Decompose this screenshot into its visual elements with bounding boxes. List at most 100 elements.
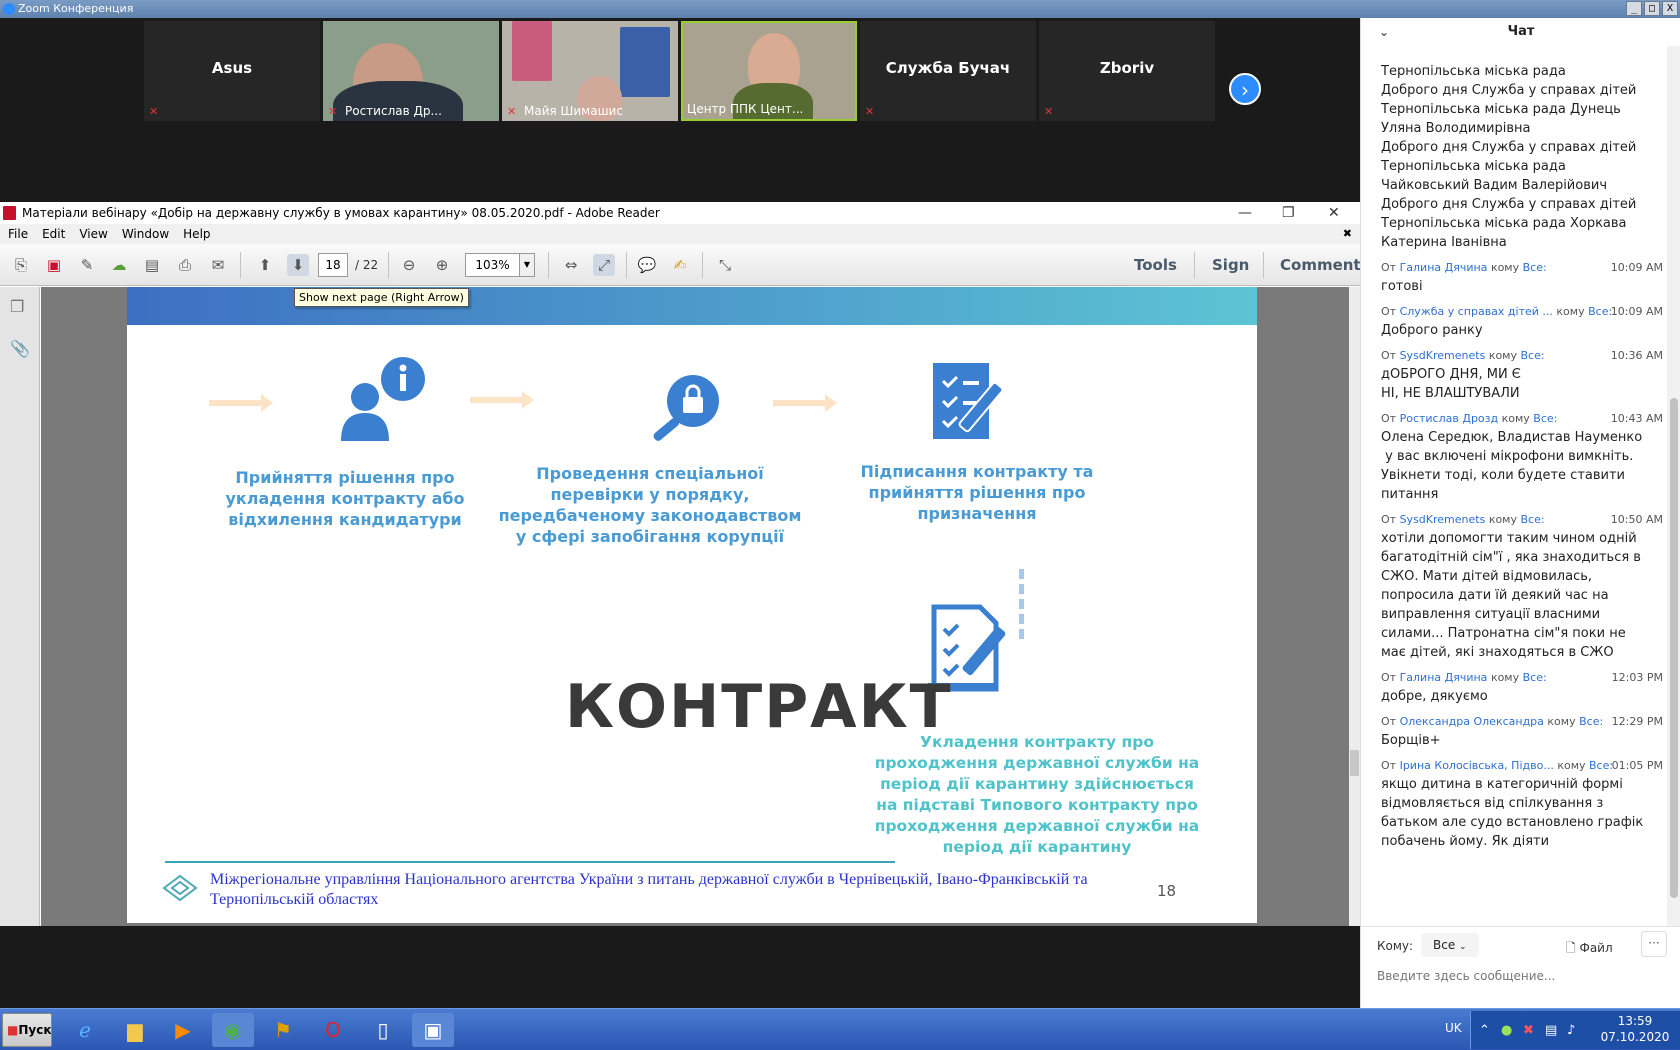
message-sender[interactable]: Галина Дячина [1400,671,1488,684]
fit-page-icon[interactable]: ⤢ [593,254,615,276]
zoom-in-icon[interactable]: ⊕ [431,254,453,276]
print-icon[interactable]: ⎙ [174,254,196,276]
highlight-text-icon[interactable]: ✍ [669,254,691,276]
next-participants-arrow-icon[interactable]: › [1229,73,1261,105]
chat-intro-line: Уляна Володимирівна [1381,121,1531,136]
start-button[interactable]: ■Пуск [2,1013,52,1047]
clock[interactable]: 13:59 07.10.2020 [1595,1013,1675,1045]
fit-width-icon[interactable]: ⇔ [560,254,582,276]
page-number-input[interactable]: 18 [318,253,348,277]
message-sender[interactable]: Галина Дячина [1400,261,1488,274]
page-thumbnails-icon[interactable]: ❐ [10,297,24,316]
attachments-paperclip-icon[interactable]: 📎 [10,339,30,358]
message-recipient[interactable]: Все: [1533,412,1557,425]
message-sender[interactable]: SysdKremenets [1400,349,1486,362]
message-sender[interactable]: Олександра Олександра [1400,715,1544,728]
chrome-icon[interactable]: ◉ [212,1013,254,1047]
step-decision-text: Прийняття рішення про укладення контракт… [225,468,465,529]
menu-file[interactable]: File [8,224,28,244]
reader-minimize-button[interactable]: — [1238,202,1252,224]
reader-restore-button[interactable]: ❐ [1282,202,1295,224]
message-recipient[interactable]: Все: [1523,671,1547,684]
sign-button[interactable]: Sign [1212,256,1249,274]
message-text: Олена Середюк, Владистав Науменко [1381,430,1643,445]
chat-scrollbar[interactable] [1667,46,1680,926]
network-icon[interactable]: ▤ [1545,1023,1557,1038]
participant-tile[interactable]: ✕ Ростислав Др... [323,21,499,121]
tray-expand-icon[interactable]: ⌃ [1479,1023,1490,1038]
message-recipient[interactable]: Все: [1588,305,1612,318]
message-text: якщо дитина в категоричній формі [1381,777,1623,792]
from-label: От [1381,715,1397,728]
reader-close-button[interactable]: ✕ [1328,202,1340,224]
adobe-reader-window: Матеріали вебінару «Добір на державну сл… [0,202,1361,926]
zoom-level-input[interactable]: 103% [465,253,520,277]
document-icon[interactable]: ▯ [362,1013,404,1047]
step-contract-text: Укладення контракту про проходження держ… [874,733,1200,856]
comment-button[interactable]: Comment [1280,256,1361,274]
language-indicator[interactable]: UK [1445,1021,1462,1035]
from-label: От [1381,305,1397,318]
menu-view[interactable]: View [79,224,107,244]
previous-page-icon[interactable]: ⬆ [254,254,276,276]
video-strip: Asus ✕ ✕ Ростислав Др... ✕ Майя Шимашис … [0,18,1360,202]
participant-tile[interactable]: ✕ Майя Шимашис [502,21,678,121]
email-icon[interactable]: ✉ [207,254,229,276]
message-recipient[interactable]: Все: [1521,513,1545,526]
chat-message-input[interactable]: Введите здесь сообщение... [1377,969,1667,983]
edit-icon[interactable]: ✎ [76,254,98,276]
zoom-dropdown-chevron-icon[interactable]: ▼ [519,253,535,277]
zoom-empty-area [0,926,1360,1008]
app-icon[interactable]: ⚑ [262,1013,304,1047]
message-text: відмовляється від спілкування з [1381,796,1604,811]
message-sender[interactable]: Ірина Колосівська, Підво... [1400,759,1554,772]
more-options-icon[interactable]: ··· [1641,931,1667,957]
chevron-down-icon[interactable]: ⌄ [1379,18,1389,46]
footer-organization-text: Міжрегіональне управління Національного … [210,871,1088,908]
menu-window[interactable]: Window [122,224,169,244]
document-scrollbar[interactable] [1349,287,1360,926]
comment-note-icon[interactable]: 💬 [636,254,658,276]
opera-icon[interactable]: O [312,1013,354,1047]
message-sender[interactable]: Служба у справах дітей ... [1400,305,1553,318]
participant-tile[interactable]: Служба Бучач ✕ [860,21,1036,121]
tools-button[interactable]: Tools [1134,256,1177,274]
volume-icon[interactable]: ♪ [1567,1023,1575,1038]
from-label: От [1381,349,1397,362]
message-time: 10:50 AM [1610,513,1663,526]
person-info-icon [341,357,425,441]
internet-explorer-icon[interactable]: ℯ [64,1013,106,1047]
chat-message-header: От SysdKremenets кому Все: 10:36 AM [1381,347,1663,365]
zoom-taskbar-icon[interactable]: ▣ [412,1013,454,1047]
file-explorer-icon[interactable]: ▆ [114,1013,156,1047]
media-player-icon[interactable]: ▶ [162,1013,204,1047]
close-document-icon[interactable]: ✖ [1343,224,1352,244]
save-icon[interactable]: ▤ [141,254,163,276]
participant-tile[interactable]: Zboriv ✕ [1039,21,1215,121]
maximize-button[interactable]: □ [1644,1,1660,16]
menu-help[interactable]: Help [183,224,210,244]
message-sender[interactable]: Ростислав Дрозд [1400,412,1499,425]
next-page-icon[interactable]: ⬇ [287,254,309,276]
menu-edit[interactable]: Edit [42,224,65,244]
message-recipient[interactable]: Все: [1523,261,1547,274]
message-recipient[interactable]: Все: [1521,349,1545,362]
message-sender[interactable]: SysdKremenets [1400,513,1486,526]
message-recipient[interactable]: Все: [1589,759,1613,772]
file-icon: 🗋 [1566,941,1576,955]
tray-app-icon[interactable]: ● [1501,1023,1512,1038]
minimize-button[interactable]: _ [1626,1,1642,16]
upload-cloud-icon[interactable]: ☁ [108,254,130,276]
create-pdf-icon[interactable]: ⎘ [10,254,32,276]
recipient-select[interactable]: Все ⌄ [1421,933,1479,957]
tray-alert-icon[interactable]: ✖ [1523,1023,1534,1038]
message-recipient[interactable]: Все: [1579,715,1603,728]
chat-message: От Галина Дячина кому Все: 12:03 PM добре,… [1381,669,1663,706]
close-button[interactable]: X [1662,1,1678,16]
open-file-icon[interactable]: ▣ [43,254,65,276]
zoom-out-icon[interactable]: ⊖ [398,254,420,276]
participant-tile-active[interactable]: Центр ППК Цент... [681,21,857,121]
file-button[interactable]: 🗋 Файл [1566,939,1613,960]
participant-tile[interactable]: Asus ✕ [144,21,320,121]
full-screen-icon[interactable]: ⤡ [714,254,736,276]
